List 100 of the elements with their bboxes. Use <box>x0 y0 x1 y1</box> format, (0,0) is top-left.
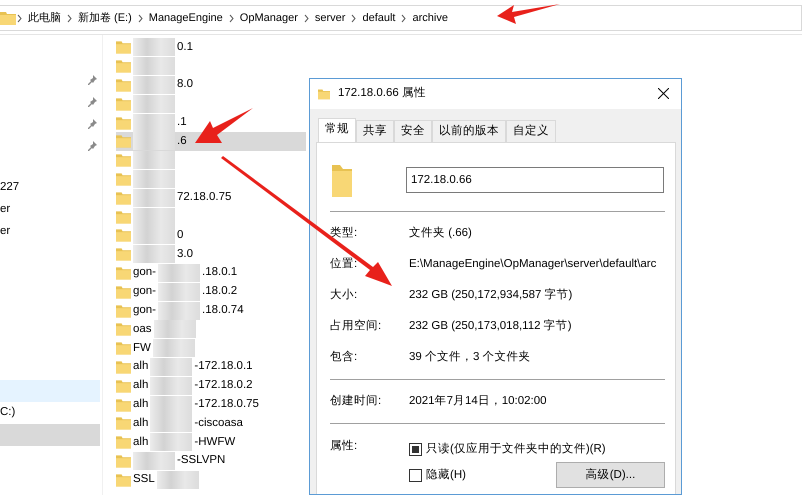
file-name-start[interactable]: alh <box>133 377 148 394</box>
file-name-end[interactable]: -172.18.0.1 <box>194 358 253 376</box>
folder-icon <box>116 416 131 430</box>
property-label: 位置: <box>330 256 358 272</box>
folder-icon <box>116 228 131 242</box>
arrow-annotation <box>195 108 253 143</box>
redaction-block <box>133 188 175 207</box>
file-name-end[interactable]: -ciscoasa <box>194 414 243 432</box>
file-name-start[interactable]: gon- <box>133 283 156 300</box>
breadcrumb-item[interactable]: ManageEngine <box>144 10 228 26</box>
folder-icon <box>116 378 131 393</box>
folder-icon <box>116 266 131 280</box>
breadcrumb-item[interactable]: default <box>357 10 400 26</box>
pin-icon <box>87 140 97 152</box>
property-label: 类型: <box>330 226 358 242</box>
chevron-icon <box>66 14 73 22</box>
breadcrumb-item[interactable]: OpManager <box>234 10 303 26</box>
tab[interactable]: 共享 <box>356 120 394 142</box>
checkbox[interactable] <box>409 442 422 456</box>
file-name-start[interactable]: FW <box>133 340 151 357</box>
file-name-end[interactable]: .18.0.1 <box>202 264 238 282</box>
file-name-start[interactable]: oas <box>133 320 152 338</box>
property-value: 39 个文件，3 个文件夹 <box>409 350 531 366</box>
folder-icon <box>116 472 131 487</box>
breadcrumb-item[interactable]: server <box>310 10 350 26</box>
file-name-end[interactable]: -HWFW <box>194 434 236 451</box>
arrow-annotation <box>497 4 560 24</box>
property-value: 2021年7月14日，10:02:00 <box>409 394 547 410</box>
tab[interactable]: 安全 <box>394 120 432 142</box>
nav-item-label[interactable]: er <box>0 201 10 219</box>
redaction-block <box>133 151 175 170</box>
folder-icon <box>116 398 131 412</box>
pin-icon <box>87 118 97 130</box>
file-name-start[interactable]: alh <box>133 434 148 451</box>
chevron-icon <box>350 14 358 22</box>
file-name-end[interactable]: .18.0.74 <box>202 302 244 320</box>
file-name-end[interactable]: 0.1 <box>177 38 193 56</box>
checkbox-label: 隐藏(H) <box>426 468 466 483</box>
file-name-start[interactable]: gon- <box>133 264 156 282</box>
nav-item-label[interactable]: er <box>0 223 10 241</box>
tab[interactable]: 自定义 <box>506 120 556 142</box>
redaction-block <box>133 226 175 244</box>
file-name-end[interactable]: -172.18.0.2 <box>194 377 253 394</box>
property-label: 属性: <box>330 438 358 454</box>
advanced-button[interactable]: 高级(D)... <box>556 462 665 488</box>
tab[interactable]: 常规 <box>318 118 356 142</box>
file-name-end[interactable]: .6 <box>177 132 187 150</box>
file-name-start[interactable]: alh <box>133 414 148 432</box>
folder-icon <box>116 172 131 186</box>
property-value: 232 GB (250,172,934,587 字节) <box>409 287 572 304</box>
file-name-start[interactable]: gon- <box>133 302 156 320</box>
pin-icon <box>87 96 97 108</box>
redaction-block <box>133 132 175 150</box>
breadcrumb-item[interactable]: archive <box>407 10 453 26</box>
file-name-end[interactable]: 8.0 <box>177 76 193 94</box>
file-name-end[interactable]: .18.0.2 <box>202 283 238 300</box>
folder-icon <box>116 247 131 262</box>
name-field[interactable]: 172.18.0.66 <box>406 167 664 194</box>
breadcrumb-item[interactable]: 此电脑 <box>23 10 66 26</box>
folder-icon <box>116 284 131 299</box>
chevron-icon <box>302 14 310 22</box>
file-name-start[interactable]: alh <box>133 396 148 414</box>
folder-icon <box>116 40 131 54</box>
folder-icon <box>116 116 131 130</box>
redaction-block <box>152 339 195 358</box>
nav-item-label[interactable]: C:) <box>0 404 16 422</box>
breadcrumb-item[interactable]: 新加卷 (E:) <box>73 10 137 26</box>
file-name-end[interactable]: 72.18.0.75 <box>177 189 232 206</box>
nav-item-label[interactable]: 227 <box>0 179 20 197</box>
folder-icon <box>116 341 131 356</box>
file-name-end[interactable]: 0 <box>177 226 184 244</box>
chevron-icon <box>16 14 23 22</box>
selected-row[interactable]: .6 <box>116 132 306 151</box>
file-name-end[interactable]: -SSLVPN <box>177 452 226 470</box>
file-name-end[interactable]: 3.0 <box>177 246 193 263</box>
folder-icon <box>116 153 131 168</box>
redaction-block <box>150 414 192 432</box>
folder-icon <box>116 134 131 148</box>
file-name-end[interactable]: -172.18.0.75 <box>194 396 259 414</box>
file-name-start[interactable]: alh <box>133 358 148 376</box>
redaction-block <box>150 433 192 452</box>
property-label: 创建时间: <box>330 394 382 410</box>
chevron-icon <box>136 14 144 22</box>
chevron-icon <box>228 14 235 22</box>
redaction-block <box>133 170 175 188</box>
property-label: 大小: <box>330 288 358 304</box>
redaction-block <box>133 245 175 264</box>
redaction-block <box>150 358 192 376</box>
redaction-block <box>156 470 199 489</box>
redaction-block <box>133 94 175 113</box>
file-name-start[interactable]: SSL <box>133 471 155 488</box>
checkbox-label: 只读(仅应用于文件夹中的文件)(R) <box>426 442 606 457</box>
folder-icon <box>116 360 131 374</box>
file-name-end[interactable]: .1 <box>177 114 187 132</box>
folder-icon <box>0 11 16 25</box>
redaction-block <box>133 38 175 56</box>
checkbox[interactable] <box>409 468 422 482</box>
folder-icon <box>116 210 131 224</box>
tab[interactable]: 以前的版本 <box>432 120 506 142</box>
folder-icon <box>116 322 131 336</box>
